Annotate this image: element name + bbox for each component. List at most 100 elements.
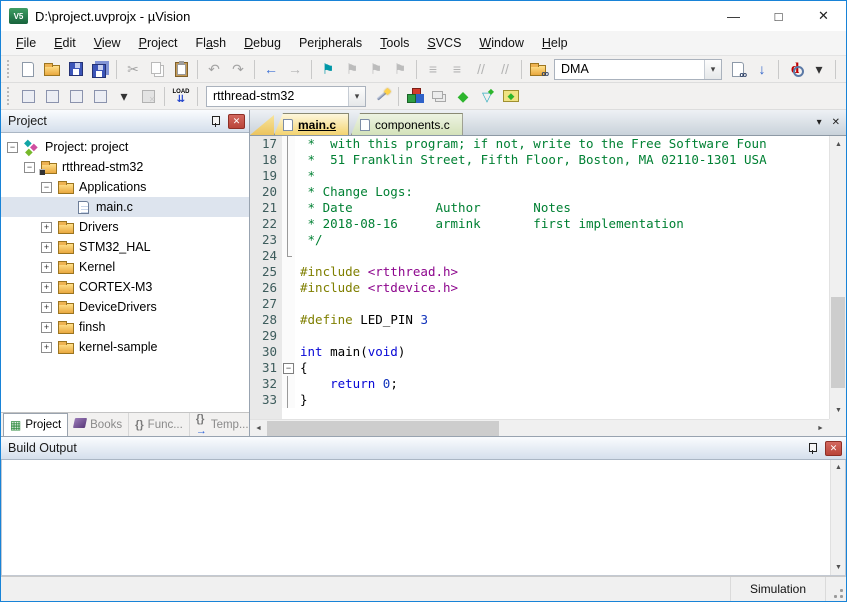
undo-button[interactable]: ↶ xyxy=(202,58,226,81)
expand-icon[interactable]: + xyxy=(41,342,52,353)
editor-vertical-scrollbar[interactable]: ▲ ▼ xyxy=(829,136,846,419)
collapse-icon[interactable]: − xyxy=(7,142,18,153)
minimize-button[interactable]: — xyxy=(711,1,756,31)
scroll-down-icon[interactable]: ▼ xyxy=(831,560,846,575)
save-all-button[interactable] xyxy=(88,58,112,81)
vertical-scroll-thumb[interactable] xyxy=(831,297,845,388)
scroll-right-icon[interactable]: ► xyxy=(812,420,829,437)
open-file-button[interactable] xyxy=(40,58,64,81)
project-panel-close-icon[interactable]: ✕ xyxy=(228,114,245,129)
start-stop-debug-button[interactable] xyxy=(783,58,807,81)
clear-bookmarks-button[interactable]: ⚑ xyxy=(388,58,412,81)
find-text-dropdown-icon[interactable]: ▾ xyxy=(704,60,721,79)
tree-item-applications[interactable]: −Applications xyxy=(1,177,249,197)
manage-run-time-environment-button[interactable] xyxy=(403,85,427,108)
tree-item-drivers[interactable]: +Drivers xyxy=(1,217,249,237)
build-output-content[interactable]: ▲ ▼ xyxy=(1,460,846,576)
resize-grip[interactable] xyxy=(826,577,846,601)
menu-file[interactable]: File xyxy=(7,33,45,53)
menu-edit[interactable]: Edit xyxy=(45,33,85,53)
collapse-icon[interactable]: − xyxy=(41,182,52,193)
redo-button[interactable]: ↷ xyxy=(226,58,250,81)
pin-icon[interactable] xyxy=(209,115,222,128)
tree-item-devicedrivers[interactable]: +DeviceDrivers xyxy=(1,297,249,317)
navigate-back-button[interactable]: ← xyxy=(259,58,283,81)
batch-build-button[interactable] xyxy=(88,85,112,108)
collapse-icon[interactable]: − xyxy=(24,162,35,173)
menu-tools[interactable]: Tools xyxy=(371,33,418,53)
build-output-scrollbar[interactable]: ▲ ▼ xyxy=(830,460,845,575)
fold-collapse-icon[interactable] xyxy=(282,360,295,376)
maximize-button[interactable]: □ xyxy=(756,1,801,31)
scroll-up-icon[interactable]: ▲ xyxy=(830,136,847,153)
pack-installer-button[interactable]: ◆ xyxy=(451,85,475,108)
tree-item-kernel-sample[interactable]: +kernel-sample xyxy=(1,337,249,357)
menu-svcs[interactable]: SVCS xyxy=(418,33,470,53)
batch-build-dropdown-button[interactable]: ▾ xyxy=(112,85,136,108)
expand-icon[interactable]: + xyxy=(41,222,52,233)
paste-button[interactable] xyxy=(169,58,193,81)
panel-tab-func[interactable]: {}Func... xyxy=(129,413,190,436)
uncomment-selection-button[interactable]: // xyxy=(493,58,517,81)
target-select-value[interactable]: rtthread-stm32 xyxy=(207,89,348,103)
editor-tab-main-c[interactable]: main.c xyxy=(274,113,349,135)
device-database-button[interactable] xyxy=(499,85,523,108)
next-bookmark-button[interactable]: ⚑ xyxy=(364,58,388,81)
target-select-dropdown-icon[interactable]: ▾ xyxy=(348,87,365,106)
menu-view[interactable]: View xyxy=(85,33,130,53)
target-select-combo[interactable]: rtthread-stm32 ▾ xyxy=(206,86,366,107)
options-for-target-button[interactable] xyxy=(370,85,394,108)
menu-debug[interactable]: Debug xyxy=(235,33,290,53)
new-file-button[interactable] xyxy=(16,58,40,81)
scroll-up-icon[interactable]: ▲ xyxy=(831,460,846,475)
download-button[interactable]: LOAD⇊ xyxy=(169,85,193,108)
menu-flash[interactable]: Flash xyxy=(187,33,236,53)
unindent-button[interactable]: ≡ xyxy=(445,58,469,81)
indent-button[interactable]: ≡ xyxy=(421,58,445,81)
insert-bookmark-button[interactable]: ⚑ xyxy=(316,58,340,81)
menu-window[interactable]: Window xyxy=(470,33,532,53)
editor-horizontal-scrollbar[interactable]: ◄ ► xyxy=(250,419,829,436)
incremental-find-button[interactable]: ↓ xyxy=(750,58,774,81)
comment-selection-button[interactable]: // xyxy=(469,58,493,81)
toolbar-grip[interactable] xyxy=(7,87,12,105)
expand-icon[interactable]: + xyxy=(41,262,52,273)
tree-item-project-project[interactable]: −Project: project xyxy=(1,137,249,157)
tree-item-kernel[interactable]: +Kernel xyxy=(1,257,249,277)
insert-remove-breakpoint-button[interactable]: ● xyxy=(840,58,846,81)
find-in-files-button[interactable] xyxy=(526,58,550,81)
close-button[interactable]: ✕ xyxy=(801,1,846,31)
lookup-word-button[interactable] xyxy=(726,58,750,81)
editor-tab-components-c[interactable]: components.c xyxy=(351,113,463,135)
tree-item-stm32-hal[interactable]: +STM32_HAL xyxy=(1,237,249,257)
panel-tab-temp[interactable]: {}→Temp... xyxy=(190,413,256,436)
rebuild-all-button[interactable] xyxy=(64,85,88,108)
copy-button[interactable] xyxy=(145,58,169,81)
toolbar-grip[interactable] xyxy=(7,60,12,78)
expand-icon[interactable]: + xyxy=(41,282,52,293)
expand-icon[interactable]: + xyxy=(41,322,52,333)
horizontal-scroll-thumb[interactable] xyxy=(267,421,499,436)
menu-help[interactable]: Help xyxy=(533,33,577,53)
save-button[interactable] xyxy=(64,58,88,81)
tree-item-main-c[interactable]: main.c xyxy=(1,197,249,217)
tree-item-rtthread-stm32[interactable]: −rtthread-stm32 xyxy=(1,157,249,177)
manage-project-items-button[interactable] xyxy=(427,85,451,108)
expand-icon[interactable]: + xyxy=(41,302,52,313)
build-output-close-icon[interactable]: ✕ xyxy=(825,441,842,456)
expand-icon[interactable]: + xyxy=(41,242,52,253)
previous-bookmark-button[interactable]: ⚑ xyxy=(340,58,364,81)
stop-build-button[interactable] xyxy=(136,85,160,108)
tree-item-finsh[interactable]: +finsh xyxy=(1,317,249,337)
cut-button[interactable]: ✂ xyxy=(121,58,145,81)
menu-project[interactable]: Project xyxy=(130,33,187,53)
navigate-forward-button[interactable]: → xyxy=(283,58,307,81)
scroll-down-icon[interactable]: ▼ xyxy=(830,402,847,419)
tree-item-cortex-m3[interactable]: +CORTEX-M3 xyxy=(1,277,249,297)
code-editor-area[interactable]: 17 * with this program; if not, write to… xyxy=(250,136,829,419)
scroll-left-icon[interactable]: ◄ xyxy=(250,420,267,437)
editor-close-icon[interactable]: ✕ xyxy=(832,117,840,128)
find-text-combo[interactable]: DMA ▾ xyxy=(554,59,722,80)
pin-icon[interactable] xyxy=(806,442,819,455)
debug-dropdown-button[interactable]: ▾ xyxy=(807,58,831,81)
